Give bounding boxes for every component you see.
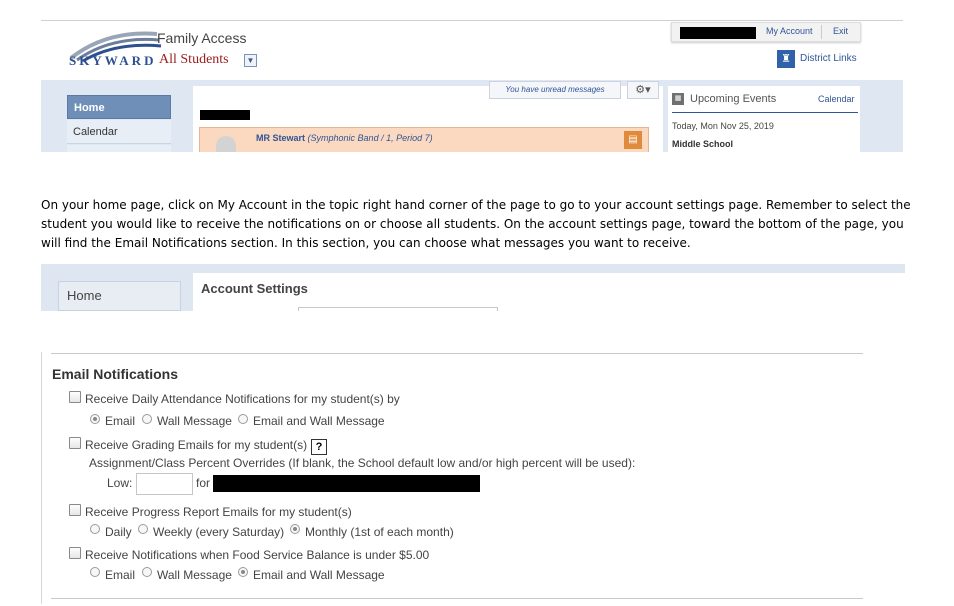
- progress-daily-radio[interactable]: [90, 524, 100, 534]
- calendar-icon: ▦: [672, 93, 684, 105]
- message-row[interactable]: MR Stewart (Symphonic Band / 1, Period 7…: [199, 127, 649, 152]
- email-notifications-screenshot: Email Notifications Receive Daily Attend…: [41, 352, 866, 604]
- food-wall-radio[interactable]: [142, 567, 152, 577]
- unread-messages-link[interactable]: You have unread messages: [489, 81, 621, 99]
- divider: [51, 353, 863, 354]
- redacted-username: [680, 27, 756, 39]
- events-school: Middle School: [672, 139, 734, 149]
- calendar-link[interactable]: Calendar: [818, 94, 855, 104]
- attendance-label: Receive Daily Attendance Notifications f…: [85, 392, 400, 406]
- food-both-radio[interactable]: [238, 567, 248, 577]
- class-name: (Symphonic Band / 1, Period 7): [307, 133, 433, 143]
- food-both-label: Email and Wall Message: [253, 568, 385, 582]
- progress-label: Receive Progress Report Emails for my st…: [85, 505, 352, 519]
- section-title: Email Notifications: [52, 366, 179, 382]
- food-wall-label: Wall Message: [157, 568, 232, 582]
- sidebar-item-partial: [67, 145, 171, 152]
- progress-checkbox[interactable]: [69, 504, 81, 516]
- food-checkbox[interactable]: [69, 547, 81, 559]
- gear-icon[interactable]: ⚙▾: [627, 81, 659, 99]
- grading-label: Receive Grading Emails for my student(s): [85, 438, 308, 452]
- redacted-name: [200, 110, 250, 120]
- account-bar: My Account Exit: [671, 22, 861, 42]
- account-settings-main: Account Settings: [193, 273, 905, 311]
- logo-text: SKYWARD: [69, 53, 157, 68]
- food-email-radio[interactable]: [90, 567, 100, 577]
- chevron-down-icon[interactable]: ▼: [244, 54, 257, 67]
- divider: [41, 352, 42, 604]
- sidebar-item-calendar[interactable]: Calendar: [67, 120, 171, 144]
- avatar: [216, 136, 236, 152]
- skyward-header-screenshot: SKYWARD Family Access All Students ▼ My …: [41, 20, 903, 152]
- progress-weekly-radio[interactable]: [138, 524, 148, 534]
- page-title: Account Settings: [201, 281, 308, 296]
- settings-input[interactable]: [298, 307, 498, 311]
- redacted-student: [213, 475, 480, 492]
- attendance-wall-label: Wall Message: [157, 414, 232, 428]
- school-building-icon[interactable]: ♜: [777, 50, 795, 68]
- divider: [41, 20, 903, 21]
- account-settings-screenshot: Home Account Settings: [41, 264, 905, 311]
- my-account-link[interactable]: My Account: [766, 26, 813, 36]
- attendance-both-radio[interactable]: [238, 414, 248, 424]
- overrides-label: Assignment/Class Percent Overrides (If b…: [89, 456, 636, 470]
- events-date: Today, Mon Nov 25, 2019: [672, 121, 774, 131]
- instructions-text: On your home page, click on My Account i…: [41, 198, 911, 250]
- divider: [821, 25, 822, 39]
- book-icon[interactable]: ▤: [624, 131, 642, 149]
- exit-link[interactable]: Exit: [833, 26, 848, 36]
- progress-daily-label: Daily: [105, 525, 132, 539]
- events-title: Upcoming Events: [690, 93, 777, 105]
- attendance-email-radio[interactable]: [90, 414, 100, 424]
- attendance-email-label: Email: [105, 414, 136, 428]
- low-percent-input[interactable]: [136, 473, 193, 495]
- food-label: Receive Notifications when Food Service …: [85, 548, 430, 562]
- sidebar-item-home[interactable]: Home: [58, 281, 181, 311]
- message-sender[interactable]: MR Stewart (Symphonic Band / 1, Period 7…: [256, 133, 433, 143]
- progress-weekly-label: Weekly (every Saturday): [153, 525, 285, 539]
- grading-checkbox[interactable]: [69, 437, 81, 449]
- low-label: Low:: [107, 476, 133, 490]
- district-links-link[interactable]: District Links: [800, 53, 857, 64]
- upcoming-events-panel: ▦ Upcoming Events Calendar Today, Mon No…: [667, 86, 860, 152]
- attendance-checkbox[interactable]: [69, 391, 81, 403]
- for-label: for: [196, 476, 211, 490]
- sidebar-item-home[interactable]: Home: [67, 95, 171, 119]
- attendance-wall-radio[interactable]: [142, 414, 152, 424]
- progress-monthly-label: Monthly (1st of each month): [305, 525, 454, 539]
- app-title: Family Access: [157, 30, 247, 46]
- events-header: ▦ Upcoming Events Calendar: [672, 92, 858, 113]
- food-email-label: Email: [105, 568, 136, 582]
- progress-monthly-radio[interactable]: [290, 524, 300, 534]
- help-icon[interactable]: ?: [311, 439, 327, 455]
- teacher-name: MR Stewart: [256, 133, 306, 143]
- divider: [51, 598, 863, 599]
- student-selector[interactable]: All Students: [159, 52, 229, 68]
- attendance-both-label: Email and Wall Message: [253, 414, 385, 428]
